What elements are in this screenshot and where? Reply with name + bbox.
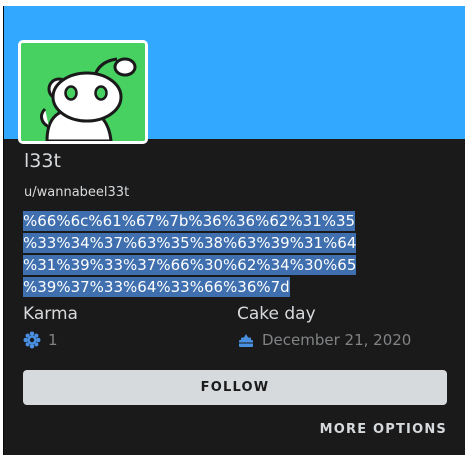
cake-day-label: Cake day [237,304,316,324]
cake-day-stat: December 21, 2020 [237,331,411,349]
profile-card: l33t u/wannabeel33t %66%6c%61%67%7b%36%3… [3,6,465,455]
bio-line: %31%39%33%37%66%30%62%34%30%65 [23,255,357,275]
snoo-avatar-icon [21,43,145,141]
bio-line: %66%6c%61%67%7b%36%36%62%31%35 [23,211,356,231]
karma-value: 1 [48,331,58,349]
profile-bio: %66%6c%61%67%7b%36%36%62%31%35 %33%34%37… [23,210,443,298]
karma-label: Karma [23,304,78,324]
cake-icon [237,331,255,349]
follow-button[interactable]: FOLLOW [23,370,447,405]
bio-line: %33%34%37%63%35%38%63%39%31%64 [23,233,357,253]
page-frame: l33t u/wannabeel33t %66%6c%61%67%7b%36%3… [0,0,466,457]
display-name: l33t [24,150,61,172]
bio-line: %39%37%33%64%33%66%36%7d [23,277,290,297]
karma-icon [23,331,41,349]
avatar[interactable] [18,40,148,144]
username[interactable]: u/wannabeel33t [24,185,129,200]
more-options-button[interactable]: MORE OPTIONS [320,422,447,437]
cake-day-value: December 21, 2020 [262,331,412,349]
karma-stat: 1 [23,331,58,349]
